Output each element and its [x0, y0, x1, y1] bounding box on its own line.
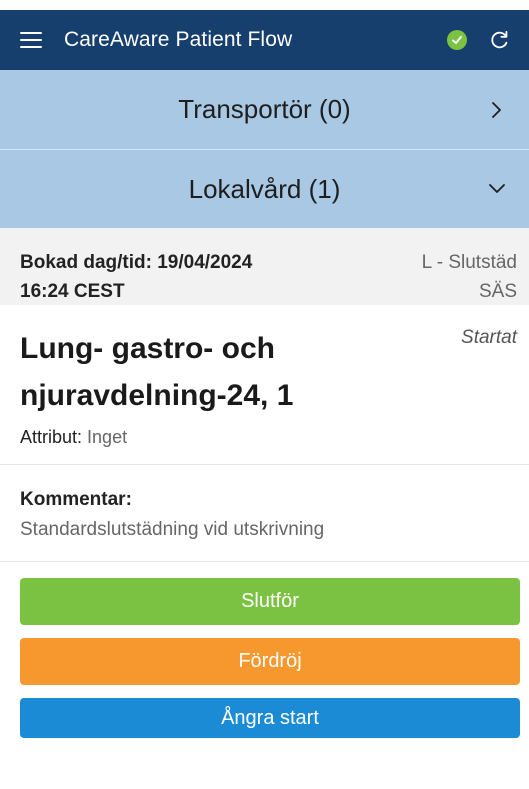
location-title: Lung- gastro- och njuravdelning-24, 1	[20, 332, 294, 412]
menu-icon[interactable]	[20, 32, 42, 48]
section-cleaning-label: Lokalvård (1)	[188, 173, 341, 204]
status-bar	[0, 0, 529, 10]
comment-section: Kommentar: Standardslutstädning vid utsk…	[0, 465, 529, 562]
booking-time: 16:24 CEST	[20, 281, 125, 302]
delay-button[interactable]: Fördröj	[20, 638, 520, 685]
booking-type-info: L - Slutstäd SÄS	[421, 248, 517, 302]
undo-start-button[interactable]: Ångra start	[20, 698, 520, 738]
attribute-line: Attribut: Inget	[20, 427, 517, 448]
section-transport-label: Transportör (0)	[178, 94, 351, 124]
comment-label: Kommentar:	[20, 489, 132, 510]
app-title: CareAware Patient Flow	[64, 28, 293, 51]
app-bar: CareAware Patient Flow	[0, 10, 529, 70]
location-card[interactable]: Lung- gastro- och njuravdelning-24, 1 St…	[0, 305, 529, 465]
refresh-icon[interactable]	[489, 29, 511, 51]
complete-button[interactable]: Slutför	[20, 578, 520, 625]
section-cleaning[interactable]: Lokalvård (1)	[0, 149, 529, 228]
comment-text: Standardslutstädning vid utskrivning	[20, 519, 325, 540]
booking-site: SÄS	[478, 281, 517, 302]
attribute-label: Attribut:	[20, 427, 83, 447]
check-circle-icon	[447, 30, 467, 50]
booking-info: Bokad dag/tid: 19/04/2024 16:24 CEST L -…	[0, 228, 529, 305]
action-buttons: Slutför Fördröj Ångra start	[0, 562, 529, 738]
section-transport[interactable]: Transportör (0)	[0, 70, 529, 149]
booking-type: L - Slutstäd	[421, 252, 517, 273]
booking-date: Bokad dag/tid: 19/04/2024	[20, 252, 253, 273]
chevron-down-icon	[489, 184, 505, 193]
task-status: Startat	[461, 327, 517, 348]
booking-datetime: Bokad dag/tid: 19/04/2024 16:24 CEST	[20, 248, 253, 302]
chevron-right-icon	[492, 101, 501, 118]
attribute-value: Inget	[87, 427, 128, 447]
